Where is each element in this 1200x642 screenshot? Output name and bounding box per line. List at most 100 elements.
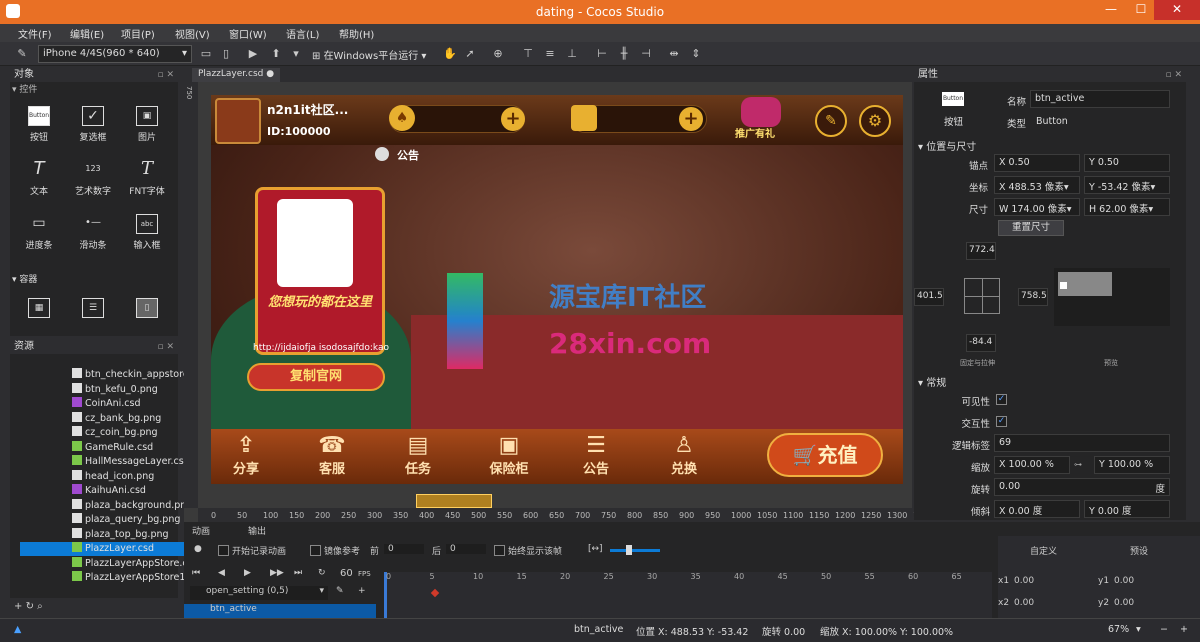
add-coin-button[interactable]: +	[501, 107, 525, 131]
resource-file[interactable]: plaza_background.png	[72, 498, 184, 513]
fps-value[interactable]: 60	[340, 568, 353, 579]
y2-value[interactable]: 0.00	[1114, 598, 1134, 608]
resource-file[interactable]: cz_coin_bg.png	[72, 426, 184, 440]
rotation-field[interactable]: 0.00 度	[994, 478, 1170, 496]
resource-file[interactable]: GameRule.csd	[72, 440, 184, 455]
margin-top-field[interactable]: 772.4	[966, 242, 996, 260]
add-icon[interactable]: +	[14, 601, 22, 612]
pos-x-field[interactable]: X 488.53 像素▾	[994, 176, 1080, 194]
x2-value[interactable]: 0.00	[1014, 598, 1034, 608]
object-layout[interactable]: ▦	[12, 298, 66, 322]
run-platform-select[interactable]: ⊞ 在Windows平台运行 ▾	[308, 45, 432, 63]
before-field[interactable]: 0	[384, 544, 424, 554]
align-icon[interactable]: ⊕	[490, 46, 506, 62]
tab-plazzlayer[interactable]: PlazzLayer.csd ●	[192, 68, 281, 82]
resource-file[interactable]: HallMessageLayer.csd	[72, 455, 184, 469]
section-containers[interactable]: ▾ 容器	[12, 272, 37, 285]
object-image[interactable]: ▣ 图片	[120, 106, 174, 143]
distribute-h-icon[interactable]: ⇹	[666, 46, 682, 62]
zoom-dropdown-icon[interactable]: ▾	[1136, 624, 1141, 635]
visible-checkbox[interactable]: ✓	[996, 394, 1007, 405]
align-center-icon[interactable]: ╫	[616, 46, 632, 62]
pin-icon[interactable]: ▫ ✕	[157, 68, 174, 82]
resource-file[interactable]: PlazzLayerAppStore.csd	[72, 556, 184, 571]
pin-stretch-widget[interactable]	[964, 278, 1000, 314]
object-progress[interactable]: ▭ 进度条	[12, 214, 66, 251]
scale-x-field[interactable]: X 100.00 %	[994, 456, 1070, 474]
timeline-track[interactable]: 0 5 10 15 20 25 30 35 40 45 50 55 60 65	[384, 572, 992, 618]
notice-button[interactable]: ☰ 公告	[573, 433, 619, 477]
record-icon[interactable]: ●	[194, 544, 202, 554]
menu-window[interactable]: 窗口(W)	[229, 26, 267, 41]
object-slider[interactable]: •— 滑动条	[66, 214, 120, 251]
height-field[interactable]: H 62.00 像素▾	[1084, 198, 1170, 216]
skew-y-field[interactable]: Y 0.00 度	[1084, 500, 1170, 518]
object-button[interactable]: Button 按钮	[12, 106, 66, 143]
section-general[interactable]: ▾ 常规	[918, 374, 946, 389]
onion-checkbox[interactable]	[310, 545, 321, 556]
name-field[interactable]: btn_active	[1030, 90, 1170, 108]
publish-icon[interactable]: ⬆	[268, 46, 284, 62]
portrait-icon[interactable]: ▯	[218, 46, 234, 62]
game-layer-preview[interactable]: n2n1it社区... ID:100000 ♠ + + 推广有礼 ✎ ⚙ 公告 …	[211, 95, 903, 484]
resource-file[interactable]: btn_checkin_appstore	[72, 368, 184, 382]
always-show-checkbox[interactable]	[494, 545, 505, 556]
align-top-icon[interactable]: ⊤	[520, 46, 536, 62]
object-scrollview[interactable]: ▯	[120, 298, 174, 322]
link-icon[interactable]: ⊶	[1074, 460, 1082, 469]
close-tab-icon[interactable]: ●	[266, 69, 274, 79]
margin-right-field[interactable]: 758.5	[1018, 288, 1048, 306]
pin-icon[interactable]: ▫ ✕	[1165, 68, 1182, 82]
object-textfield[interactable]: abc 输入框	[120, 214, 174, 251]
align-bottom-icon[interactable]: ⊥	[564, 46, 580, 62]
edit-anim-icon[interactable]: ✎	[336, 586, 344, 596]
gear-icon[interactable]: ⚙	[859, 105, 891, 137]
align-middle-icon[interactable]: ≡	[542, 46, 558, 62]
fit-icon[interactable]: [↔]	[588, 544, 603, 554]
section-controls[interactable]: ▾ 控件	[12, 82, 37, 95]
zoom-slider-thumb[interactable]	[626, 545, 632, 555]
resource-file[interactable]: plaza_query_bg.png	[72, 513, 184, 527]
service-button[interactable]: ☎ 客服	[309, 433, 355, 477]
resource-file[interactable]: PlazzLayerAppStore1.csd	[72, 571, 184, 585]
resource-file[interactable]: btn_kefu_0.png	[72, 382, 184, 397]
resource-file[interactable]: KaihuAni.csd	[72, 484, 184, 498]
share-button[interactable]: ⇪ 分享	[223, 433, 269, 477]
align-left-icon[interactable]: ⊢	[594, 46, 610, 62]
anchor-x-field[interactable]: X 0.50	[994, 154, 1080, 172]
object-atlas-label[interactable]: 123 艺术数字	[66, 160, 120, 197]
menu-help[interactable]: 帮助(H)	[339, 26, 374, 41]
resource-file[interactable]: plaza_top_bg.png	[72, 527, 184, 542]
warning-icon[interactable]: ▲	[14, 624, 21, 635]
zoom-out-icon[interactable]: −	[1160, 624, 1168, 635]
dropdown-icon[interactable]: ▾	[288, 46, 304, 62]
device-select[interactable]: iPhone 4/4S(960 * 640) ▾	[38, 45, 192, 63]
menu-edit[interactable]: 编辑(E)	[70, 26, 104, 41]
menu-file[interactable]: 文件(F)	[18, 26, 52, 41]
tab-preset[interactable]: 预设	[1130, 544, 1148, 557]
width-field[interactable]: W 174.00 像素▾	[994, 198, 1080, 216]
object-fnt[interactable]: T FNT字体	[120, 160, 174, 198]
interactive-checkbox[interactable]: ✓	[996, 416, 1007, 427]
reset-size-button[interactable]: 重置尺寸	[998, 220, 1064, 236]
skew-x-field[interactable]: X 0.00 度	[994, 500, 1080, 518]
hand-tool-icon[interactable]: ✋	[442, 46, 458, 62]
play-icon[interactable]: ▶	[245, 46, 261, 62]
resource-file[interactable]: cz_bank_bg.png	[72, 411, 184, 426]
tab-custom[interactable]: 自定义	[1030, 544, 1057, 557]
keyframe-marker[interactable]	[430, 588, 440, 598]
loop-icon[interactable]: ↻	[318, 568, 326, 578]
zoom-slider[interactable]	[610, 549, 660, 552]
play-anim-icon[interactable]: ▶	[244, 568, 251, 578]
align-right-icon[interactable]: ⊣	[638, 46, 654, 62]
add-anim-icon[interactable]: +	[358, 586, 366, 596]
copy-site-button[interactable]: 复制官网	[247, 363, 385, 391]
search-icon[interactable]: ⌕	[37, 601, 43, 612]
resource-file[interactable]: CoinAni.csd	[72, 397, 184, 411]
refresh-icon[interactable]: ↻	[26, 601, 34, 612]
gift-icon[interactable]	[741, 97, 781, 127]
close-button[interactable]: ✕	[1154, 0, 1200, 20]
settings-icon[interactable]: ✎	[14, 46, 30, 62]
avatar[interactable]	[215, 98, 261, 144]
object-checkbox[interactable]: ✓ 复选框	[66, 106, 120, 143]
